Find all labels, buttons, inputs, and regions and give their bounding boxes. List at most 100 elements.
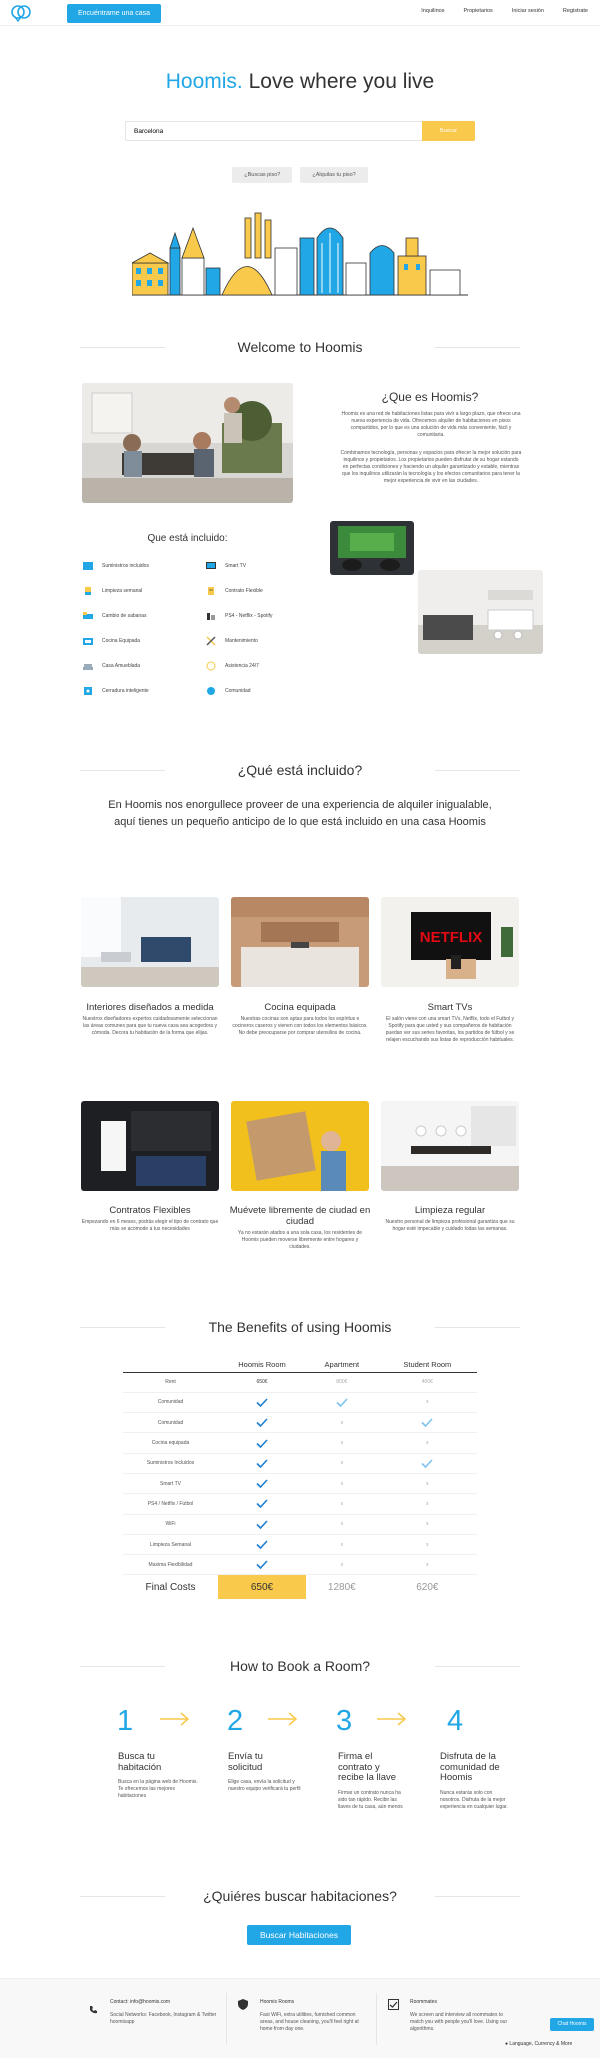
- included-item: Cocina Equipada: [82, 636, 140, 646]
- footer-roommates-title: Roommates: [410, 1999, 437, 2005]
- step-3-desc: Firmar un contrato nunca ha sido tan ráp…: [338, 1790, 403, 1810]
- benefits-row: Suministros Incluidos x: [123, 1453, 477, 1474]
- footer-social: Social Networks: Facebook, Instagram & T…: [110, 2012, 217, 2025]
- hero-brand: Hoomis.: [165, 70, 243, 93]
- included-item: Cambio de sabanas: [82, 611, 146, 621]
- included-item: Mantenimiento: [205, 636, 258, 646]
- benefits-col-empty: [123, 1358, 218, 1373]
- hero-pills: ¿Buscas piso? ¿Alquilas tu piso?: [0, 167, 600, 183]
- benefits-cell-hoomis: [218, 1432, 306, 1454]
- benefits-cell-hoomis: [218, 1554, 306, 1576]
- kitchen-icon: [83, 638, 93, 645]
- benefits-cell-student: x: [377, 1554, 477, 1576]
- phone-icon: [90, 2006, 97, 2014]
- final-cost-hoomis: 650€: [218, 1574, 306, 1599]
- footer-contact-email[interactable]: Contact: info@hoomis.com: [110, 1999, 220, 2006]
- nav-link-login[interactable]: Iniciar sesión: [512, 8, 544, 14]
- step-1-desc: Busca en la página web de Hoomis. Te ofr…: [118, 1779, 198, 1799]
- find-rooms-title: ¿Quiéres buscar habitaciones?: [80, 1888, 520, 1904]
- search-button[interactable]: Buscar: [422, 121, 475, 141]
- globe-icon: ●: [505, 2041, 509, 2047]
- chat-button[interactable]: Chat Hoomis: [550, 2018, 594, 2031]
- footer-contact: Contact: info@hoomis.com Social Networks…: [110, 1999, 220, 2026]
- benefits-col-apartment: Apartment: [306, 1358, 378, 1373]
- step-2-number: 2: [227, 1705, 244, 1737]
- nav-link-register[interactable]: Registrate: [563, 8, 588, 14]
- search-input[interactable]: [126, 122, 423, 140]
- hero-title: Hoomis. Love where you live: [0, 70, 600, 94]
- card-desc-cleaning: Nuestro personal de limpieza profesional…: [385, 1219, 515, 1232]
- included-list-title: Que está incluido:: [147, 533, 228, 544]
- benefits-row: Comunidad x: [123, 1412, 477, 1434]
- benefits-table-body: Rent 650€ 800€ 400€ Comunidad x Comunidad x Coci…: [123, 1372, 477, 1599]
- benefits-row-label: Limpieza Semanal: [123, 1534, 218, 1556]
- whatis-paragraph-1: Hoomis es una red de habitaciones listas…: [341, 411, 521, 438]
- benefits-cell-apartment: x: [306, 1453, 378, 1474]
- benefits-cell-hoomis: [218, 1514, 306, 1535]
- whatis-title: ¿Que es Hoomis?: [381, 390, 479, 404]
- maintenance-icon: [206, 636, 216, 646]
- benefits-cell-student: x: [377, 1432, 477, 1454]
- card-desc-kitchen: Nuestras cocinas son aptas para todos lo…: [232, 1016, 368, 1036]
- language-selector[interactable]: ● Language, Currency & More: [505, 2041, 572, 2047]
- benefits-title: The Benefits of using Hoomis: [80, 1319, 520, 1335]
- x-mark: x: [340, 1521, 344, 1528]
- living-room-photo: [82, 383, 293, 503]
- x-mark: x: [426, 1500, 429, 1507]
- benefits-cell-hoomis: [218, 1453, 306, 1474]
- included-item: Limpieza semanal: [82, 586, 142, 596]
- netflix-logo: NETFLIX: [420, 929, 483, 946]
- card-image-interiors: [81, 897, 219, 987]
- card-title-kitchen: Cocina equipada: [264, 1002, 336, 1013]
- step-1-number: 1: [117, 1705, 134, 1737]
- footer-divider: [226, 1993, 227, 2045]
- looking-flat-button[interactable]: ¿Buscas piso?: [232, 167, 293, 183]
- cleaning-icon: [85, 587, 91, 595]
- benefits-cell-student: x: [377, 1514, 477, 1535]
- x-mark: x: [340, 1440, 344, 1447]
- benefits-cell-hoomis: 650€: [218, 1372, 306, 1393]
- x-mark: x: [426, 1541, 429, 1548]
- benefits-row-label: WiFi: [123, 1514, 218, 1535]
- welcome-title: Welcome to Hoomis: [80, 339, 520, 355]
- utilities-icon: [83, 562, 93, 570]
- check-icon: [256, 1520, 268, 1529]
- card-title-cleaning: Limpieza regular: [414, 1205, 486, 1216]
- benefits-row: WiFi x x: [123, 1514, 477, 1535]
- benefits-row: Comunidad x: [123, 1392, 477, 1414]
- x-mark: x: [340, 1561, 344, 1568]
- benefits-cell-hoomis: [218, 1412, 306, 1434]
- benefits-cell-apartment: x: [306, 1493, 378, 1515]
- hoomis-logo-icon[interactable]: [10, 4, 32, 22]
- included-item: Casa Amueblada: [82, 661, 140, 671]
- check-icon: [256, 1560, 268, 1570]
- tv-icon: [206, 562, 216, 569]
- card-image-contracts: [81, 1101, 219, 1191]
- barcelona-skyline-illustration: [132, 212, 468, 296]
- find-home-button[interactable]: Encuéntrame una casa: [67, 4, 161, 23]
- nav-link-tenants[interactable]: Inquilinos: [421, 8, 444, 14]
- bedroom-kitchen-photo: [418, 570, 543, 654]
- benefits-row: Limpieza Semanal x x: [123, 1534, 477, 1556]
- final-cost-apartment: 1280€: [327, 1581, 356, 1593]
- benefits-cell-apartment: x: [306, 1534, 378, 1556]
- nav-link-owners[interactable]: Propietarios: [463, 8, 492, 14]
- benefits-cell-student: x: [377, 1534, 477, 1556]
- included-item: Cerradura inteligente: [82, 686, 149, 696]
- card-image-smarttv: NETFLIX: [381, 897, 519, 987]
- arrow-right-icon: [268, 1712, 298, 1726]
- check-icon: [256, 1499, 268, 1509]
- search-rooms-button[interactable]: Buscar Habitaciones: [247, 1925, 351, 1945]
- benefits-row: PS4 / Netflix / Fútbol x x: [123, 1493, 477, 1515]
- hero-tagline: Love where you live: [248, 70, 435, 93]
- benefits-cell-hoomis: [218, 1473, 306, 1495]
- card-title-moving: Muévete libremente de ciudad en ciudad: [229, 1205, 371, 1227]
- benefits-cell-student: x: [377, 1392, 477, 1414]
- top-nav: Encuéntrame una casa Inquilinos Propieta…: [0, 0, 600, 26]
- card-title-contracts: Contratos Flexibles: [109, 1205, 191, 1216]
- step-4-title: Disfruta de la comunidad de Hoomis: [440, 1751, 500, 1783]
- included-item: Contrato Flexible: [205, 586, 263, 596]
- included-item: Smart TV: [205, 561, 246, 571]
- footer-roommates: Roommates We screen and interview all ro…: [410, 1999, 515, 2033]
- rent-flat-button[interactable]: ¿Alquilas tu piso?: [300, 167, 368, 183]
